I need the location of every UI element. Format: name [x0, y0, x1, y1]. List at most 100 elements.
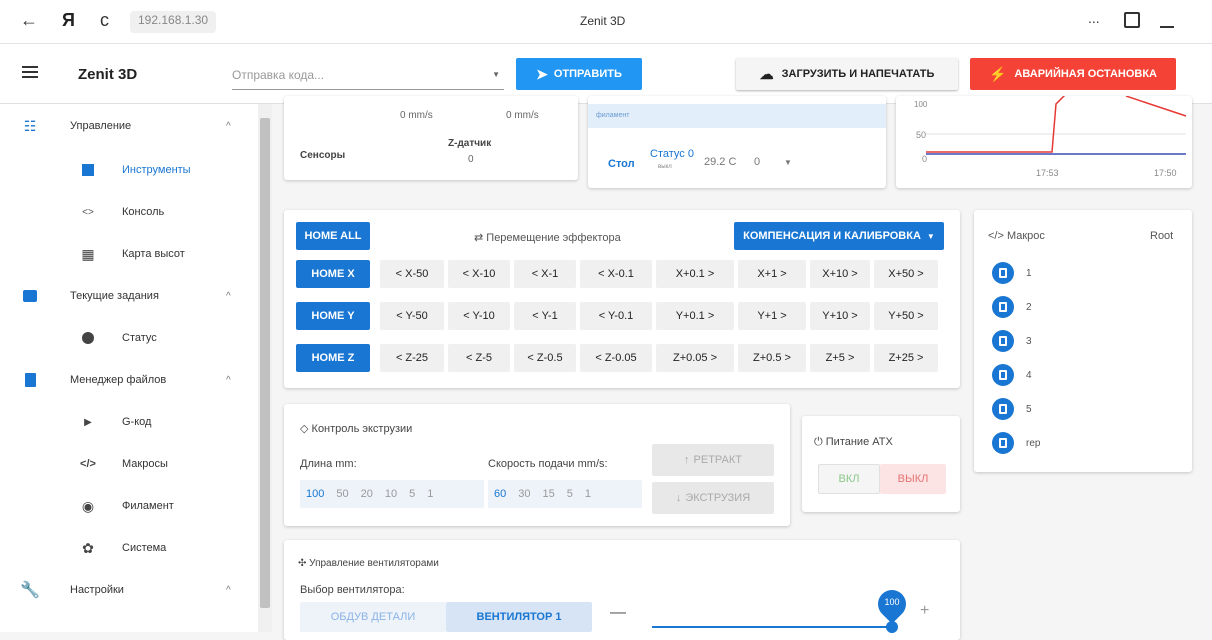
x-tick: 17:50: [1154, 168, 1177, 178]
code-braces-icon: </>: [80, 458, 96, 470]
send-code-input[interactable]: Отправка кода... ▼: [232, 58, 504, 90]
jog-button[interactable]: X+50 >: [874, 260, 938, 288]
segment-option[interactable]: 50: [330, 488, 354, 500]
segment-option[interactable]: 30: [512, 488, 536, 500]
macros-title: </> Макрос: [988, 230, 1045, 242]
jog-button[interactable]: Y+1 >: [738, 302, 806, 330]
jog-button[interactable]: Z+5 >: [810, 344, 870, 372]
sidebar-item-label: Карта высот: [122, 248, 185, 260]
fan-slider-thumb[interactable]: [886, 621, 898, 633]
sidebar-item-gcode[interactable]: ▶ G-код: [0, 402, 258, 442]
send-icon: ➤: [536, 65, 548, 82]
segment-option[interactable]: 10: [379, 488, 403, 500]
feed-selector[interactable]: 60 30 15 5 1: [488, 480, 642, 508]
arrow-up-icon: ↑: [684, 454, 690, 466]
jog-button[interactable]: Y+0.1 >: [656, 302, 734, 330]
home-all-button[interactable]: HOME ALL: [296, 222, 370, 250]
home-axis-button[interactable]: HOME Z: [296, 344, 370, 372]
home-axis-button[interactable]: HOME X: [296, 260, 370, 288]
jog-button[interactable]: < Z-5: [448, 344, 510, 372]
retract-button[interactable]: ↑ РЕТРАКТ: [652, 444, 774, 476]
jog-button[interactable]: < Y-1: [514, 302, 576, 330]
segment-option[interactable]: 5: [561, 488, 579, 500]
jog-button[interactable]: Z+0.5 >: [738, 344, 806, 372]
extrusion-title: ◇ Контроль экструзии: [300, 422, 412, 435]
sidebar-item-filament[interactable]: ◉ Филамент: [0, 486, 258, 526]
home-axis-button[interactable]: HOME Y: [296, 302, 370, 330]
sidebar-item-system[interactable]: ✿ Система: [0, 528, 258, 568]
menu-icon[interactable]: [22, 66, 38, 78]
sidebar-item-settings[interactable]: 🔧 Настройки ^: [0, 570, 258, 610]
jog-button[interactable]: X+0.1 >: [656, 260, 734, 288]
jog-button[interactable]: < Y-0.1: [580, 302, 652, 330]
fan-decrease-button[interactable]: —: [610, 604, 626, 622]
fan-tab-fan1[interactable]: ВЕНТИЛЯТОР 1: [446, 602, 592, 632]
jog-button[interactable]: X+10 >: [810, 260, 870, 288]
segment-option[interactable]: 15: [537, 488, 561, 500]
address-bar[interactable]: 192.168.1.30: [130, 11, 217, 33]
sidebar-item-console[interactable]: <> Консоль: [0, 192, 258, 232]
back-icon[interactable]: ←: [20, 10, 38, 31]
extrude-button[interactable]: ↓ ЭКСТРУЗИЯ: [652, 482, 774, 514]
segment-option[interactable]: 20: [355, 488, 379, 500]
segment-option[interactable]: 100: [300, 488, 330, 500]
macro-item[interactable]: 5: [992, 396, 1032, 422]
jog-button[interactable]: Z+25 >: [874, 344, 938, 372]
dropdown-icon[interactable]: ▼: [784, 158, 792, 167]
chart-series-target: [926, 96, 1066, 153]
macro-item[interactable]: 4: [992, 362, 1032, 388]
swap-icon: ⇄: [474, 232, 484, 244]
feed-label: Скорость подачи mm/s:: [488, 458, 608, 470]
macro-item[interactable]: rep: [992, 430, 1040, 456]
bed-target-input[interactable]: 0: [754, 156, 760, 168]
macro-item[interactable]: 2: [992, 294, 1032, 320]
fan-increase-button[interactable]: +: [920, 602, 929, 620]
movement-title: ⇄ Перемещение эффектора: [474, 231, 621, 244]
macro-item[interactable]: 1: [992, 260, 1032, 286]
length-selector[interactable]: 100 50 20 10 5 1: [300, 480, 484, 508]
dropdown-icon[interactable]: ▼: [492, 70, 500, 79]
sidebar-item-status[interactable]: Статус: [0, 318, 258, 358]
extensions-icon[interactable]: [1124, 12, 1140, 28]
compensation-button[interactable]: КОМПЕНСАЦИЯ И КАЛИБРОВКА ▼: [734, 222, 944, 250]
segment-option[interactable]: 5: [403, 488, 421, 500]
jog-button[interactable]: < X-50: [380, 260, 444, 288]
jog-button[interactable]: < Y-50: [380, 302, 444, 330]
macro-item[interactable]: 3: [992, 328, 1032, 354]
sidebar-item-heightmap[interactable]: ▦ Карта высот: [0, 234, 258, 274]
upload-print-button[interactable]: ☁ ЗАГРУЗИТЬ И НАПЕЧАТАТЬ: [736, 58, 958, 90]
jog-button[interactable]: < Z-25: [380, 344, 444, 372]
sidebar-item-file-manager[interactable]: Менеджер файлов ^: [0, 360, 258, 400]
download-icon[interactable]: [1160, 12, 1174, 28]
segment-option[interactable]: 60: [488, 488, 512, 500]
jog-button[interactable]: < Z-0.5: [514, 344, 576, 372]
jog-button[interactable]: Z+0.05 >: [656, 344, 734, 372]
sidebar-item-tools[interactable]: Инструменты: [0, 150, 258, 190]
segment-option[interactable]: 1: [421, 488, 439, 500]
macros-root[interactable]: Root: [1150, 230, 1173, 242]
jog-button[interactable]: < Y-10: [448, 302, 510, 330]
jog-button[interactable]: < X-10: [448, 260, 510, 288]
jog-button[interactable]: < X-1: [514, 260, 576, 288]
more-menu[interactable]: ...: [1088, 10, 1100, 26]
sidebar-item-control[interactable]: ☷ Управление ^: [0, 106, 258, 146]
jog-button[interactable]: Y+10 >: [810, 302, 870, 330]
atx-on-button[interactable]: ВКЛ: [818, 464, 880, 494]
bed-status[interactable]: Статус 0: [650, 148, 694, 160]
send-button[interactable]: ➤ ОТПРАВИТЬ: [516, 58, 642, 90]
jog-button[interactable]: < Z-0.05: [580, 344, 652, 372]
jog-button[interactable]: Y+50 >: [874, 302, 938, 330]
yandex-logo[interactable]: Я: [62, 10, 75, 31]
sidebar-item-current-jobs[interactable]: Текущие задания ^: [0, 276, 258, 316]
sidebar-item-macros[interactable]: </> Макросы: [0, 444, 258, 484]
reload-icon[interactable]: c: [100, 10, 109, 31]
bed-status-sub: выкл: [658, 164, 672, 170]
emergency-stop-button[interactable]: ⚡ АВАРИЙНАЯ ОСТАНОВКА: [970, 58, 1176, 90]
segment-option[interactable]: 1: [579, 488, 597, 500]
sidebar-scroll-thumb[interactable]: [260, 118, 270, 608]
fan-tab-part-cooling[interactable]: ОБДУВ ДЕТАЛИ: [300, 602, 446, 632]
atx-off-button[interactable]: ВЫКЛ: [880, 464, 946, 494]
jog-button[interactable]: X+1 >: [738, 260, 806, 288]
jog-button[interactable]: < X-0.1: [580, 260, 652, 288]
fan-slider-track[interactable]: [652, 626, 892, 628]
